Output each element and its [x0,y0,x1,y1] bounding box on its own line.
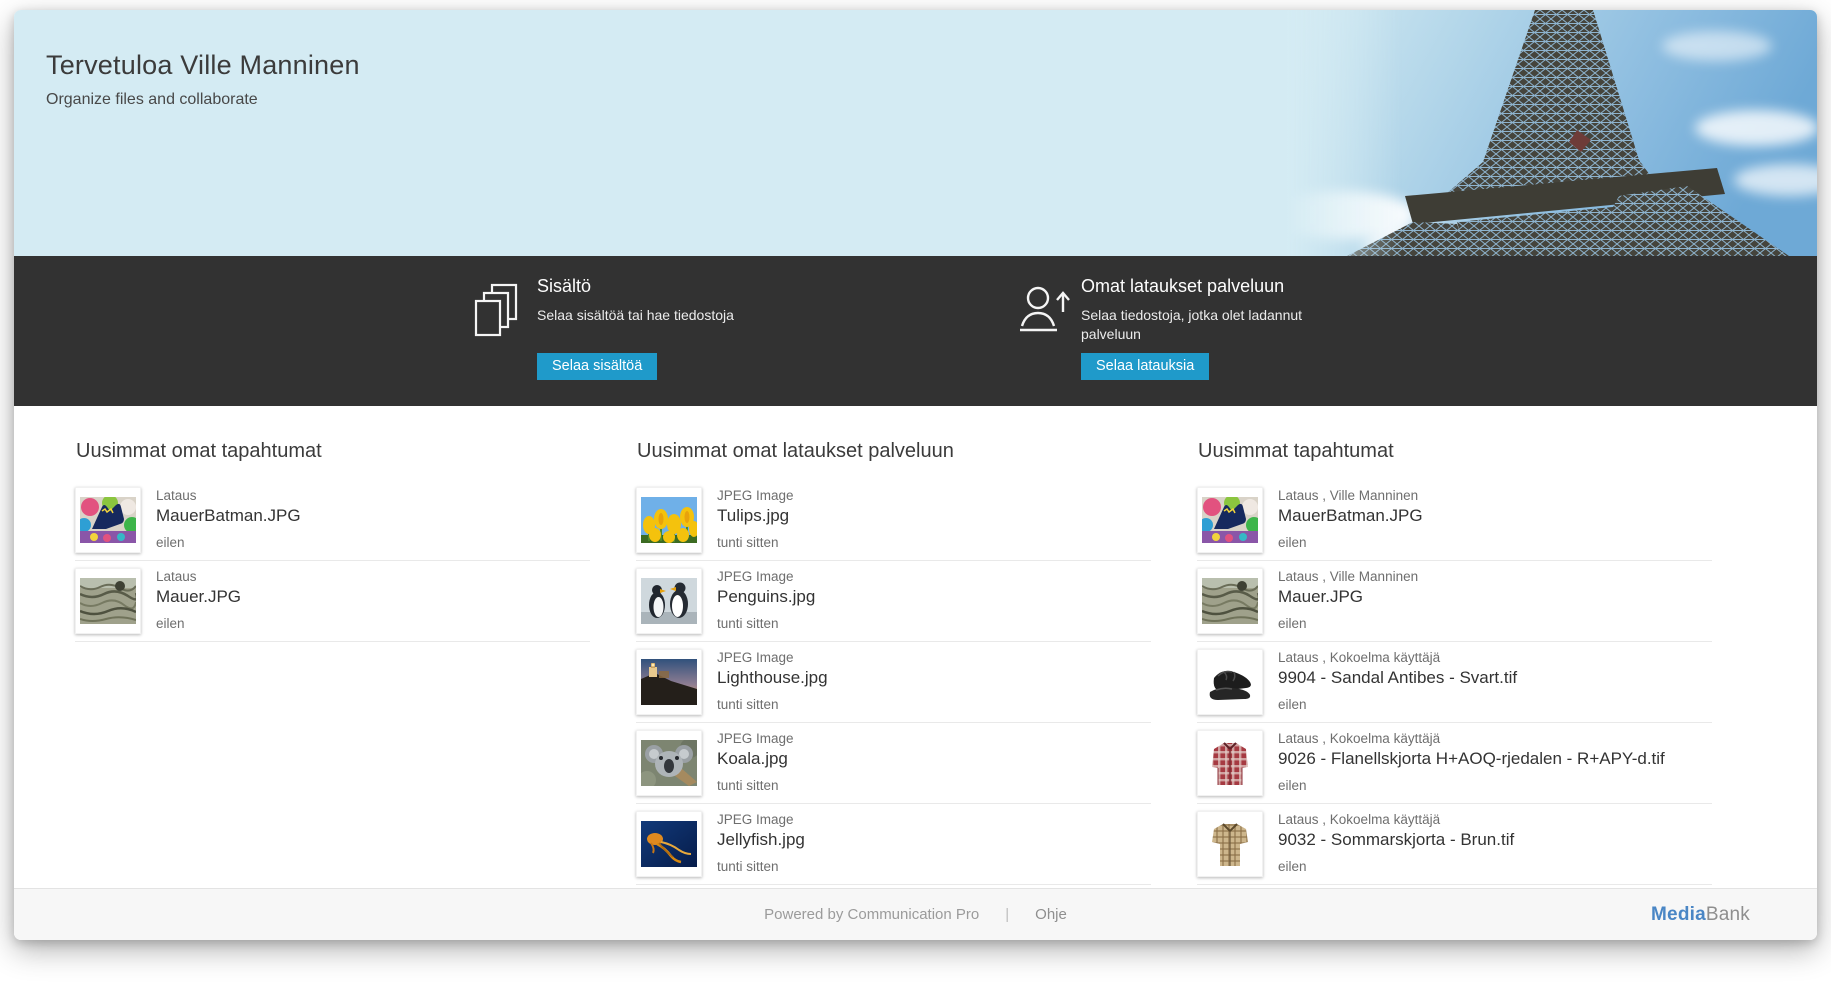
quick-actions-bar: Sisältö Selaa sisältöä tai hae tiedostoj… [14,256,1817,406]
item-meta: JPEG Image [717,569,815,584]
list-item[interactable]: Lataus , Ville Manninen MauerBatman.JPG … [1197,487,1712,561]
flannel-thumbnail [1197,730,1263,796]
logo-bank-text: Bank [1706,904,1750,925]
content-action-group: Sisältö Selaa sisältöä tai hae tiedostoj… [473,256,734,406]
activity-list: Lataus , Ville Manninen MauerBatman.JPG … [1197,487,1712,885]
item-meta: Lataus , Kokoelma käyttäjä [1278,731,1665,746]
tulips-thumbnail [636,487,702,553]
powered-by-text: Powered by Communication Pro [764,906,979,923]
list-item[interactable]: JPEG Image Penguins.jpg tunti sitten [636,561,1151,642]
uploads-action-group: Omat lataukset palveluun Selaa tiedostoj… [1017,256,1323,406]
column-title: Uusimmat omat lataukset palveluun [637,440,1151,463]
documents-stack-icon [473,282,519,345]
jellyfish-thumbnail [636,811,702,877]
item-time: tunti sitten [717,778,794,793]
item-meta: Lataus , Kokoelma käyttäjä [1278,650,1517,665]
activity-column: Uusimmat omat lataukset palveluun JPEG I… [636,440,1151,888]
item-name: Lighthouse.jpg [717,668,828,688]
column-title: Uusimmat omat tapahtumat [76,440,590,463]
item-meta: JPEG Image [717,650,828,665]
list-item[interactable]: JPEG Image Lighthouse.jpg tunti sitten [636,642,1151,723]
item-name: MauerBatman.JPG [1278,506,1423,526]
item-name: 9026 - Flanellskjorta H+AOQ-rjedalen - R… [1278,749,1665,769]
mauer-thumbnail [1197,568,1263,634]
item-name: Jellyfish.jpg [717,830,805,850]
list-item[interactable]: JPEG Image Jellyfish.jpg tunti sitten [636,804,1151,885]
item-time: eilen [1278,697,1517,712]
item-time: eilen [156,535,301,550]
summershirt-thumbnail [1197,811,1263,877]
user-upload-icon [1017,282,1071,339]
browse-uploads-button[interactable]: Selaa latauksia [1081,353,1209,380]
item-name: 9032 - Sommarskjorta - Brun.tif [1278,830,1514,850]
item-name: Mauer.JPG [1278,587,1418,607]
item-name: Koala.jpg [717,749,794,769]
item-meta: Lataus [156,488,301,503]
activity-column: Uusimmat tapahtumat Lataus , Ville Manni… [1197,440,1712,888]
list-item[interactable]: Lataus , Kokoelma käyttäjä 9904 - Sandal… [1197,642,1712,723]
list-item[interactable]: JPEG Image Koala.jpg tunti sitten [636,723,1151,804]
item-time: eilen [1278,616,1418,631]
item-time: tunti sitten [717,697,828,712]
mediabank-logo: MediaBank [1651,904,1750,926]
content-action-title: Sisältö [537,276,734,297]
activity-column: Uusimmat omat tapahtumat Lataus MauerBat… [75,440,590,888]
page-subtitle: Organize files and collaborate [46,91,1817,109]
item-meta: JPEG Image [717,812,805,827]
list-item[interactable]: Lataus Mauer.JPG eilen [75,561,590,642]
content-action-description: Selaa sisältöä tai hae tiedostoja [537,306,734,345]
footer: Powered by Communication Pro | Ohje Medi… [14,888,1817,940]
koala-thumbnail [636,730,702,796]
item-meta: JPEG Image [717,731,794,746]
item-meta: Lataus , Ville Manninen [1278,488,1423,503]
item-time: eilen [1278,778,1665,793]
item-time: tunti sitten [717,535,794,550]
help-link[interactable]: Ohje [1035,906,1067,923]
app-window: Tervetuloa Ville Manninen Organize files… [14,10,1817,940]
logo-media-text: Media [1651,904,1706,925]
activity-columns: Uusimmat omat tapahtumat Lataus MauerBat… [14,406,1817,888]
uploads-action-description: Selaa tiedostoja, jotka olet ladannut pa… [1081,306,1323,345]
list-item[interactable]: JPEG Image Tulips.jpg tunti sitten [636,487,1151,561]
item-meta: Lataus , Kokoelma käyttäjä [1278,812,1514,827]
item-time: tunti sitten [717,616,815,631]
list-item[interactable]: Lataus , Ville Manninen Mauer.JPG eilen [1197,561,1712,642]
mauer-thumbnail [75,568,141,634]
browse-content-button[interactable]: Selaa sisältöä [537,353,657,380]
welcome-banner: Tervetuloa Ville Manninen Organize files… [14,10,1817,256]
list-item[interactable]: Lataus MauerBatman.JPG eilen [75,487,590,561]
item-name: Tulips.jpg [717,506,794,526]
footer-separator: | [1005,906,1009,923]
item-meta: Lataus [156,569,241,584]
mauerbatman-thumbnail [1197,487,1263,553]
item-name: Mauer.JPG [156,587,241,607]
column-title: Uusimmat tapahtumat [1198,440,1712,463]
sandal-thumbnail [1197,649,1263,715]
item-meta: JPEG Image [717,488,794,503]
mauerbatman-thumbnail [75,487,141,553]
item-name: 9904 - Sandal Antibes - Svart.tif [1278,668,1517,688]
item-time: eilen [1278,859,1514,874]
item-name: MauerBatman.JPG [156,506,301,526]
item-time: eilen [156,616,241,631]
uploads-action-title: Omat lataukset palveluun [1081,276,1323,297]
list-item[interactable]: Lataus , Kokoelma käyttäjä 9026 - Flanel… [1197,723,1712,804]
list-item[interactable]: Lataus , Kokoelma käyttäjä 9032 - Sommar… [1197,804,1712,885]
penguins-thumbnail [636,568,702,634]
activity-list: Lataus MauerBatman.JPG eilen Lataus Maue… [75,487,590,642]
activity-list: JPEG Image Tulips.jpg tunti sitten JPEG … [636,487,1151,885]
item-name: Penguins.jpg [717,587,815,607]
item-time: tunti sitten [717,859,805,874]
item-time: eilen [1278,535,1423,550]
item-meta: Lataus , Ville Manninen [1278,569,1418,584]
page-title: Tervetuloa Ville Manninen [46,50,1817,81]
lighthouse-thumbnail [636,649,702,715]
